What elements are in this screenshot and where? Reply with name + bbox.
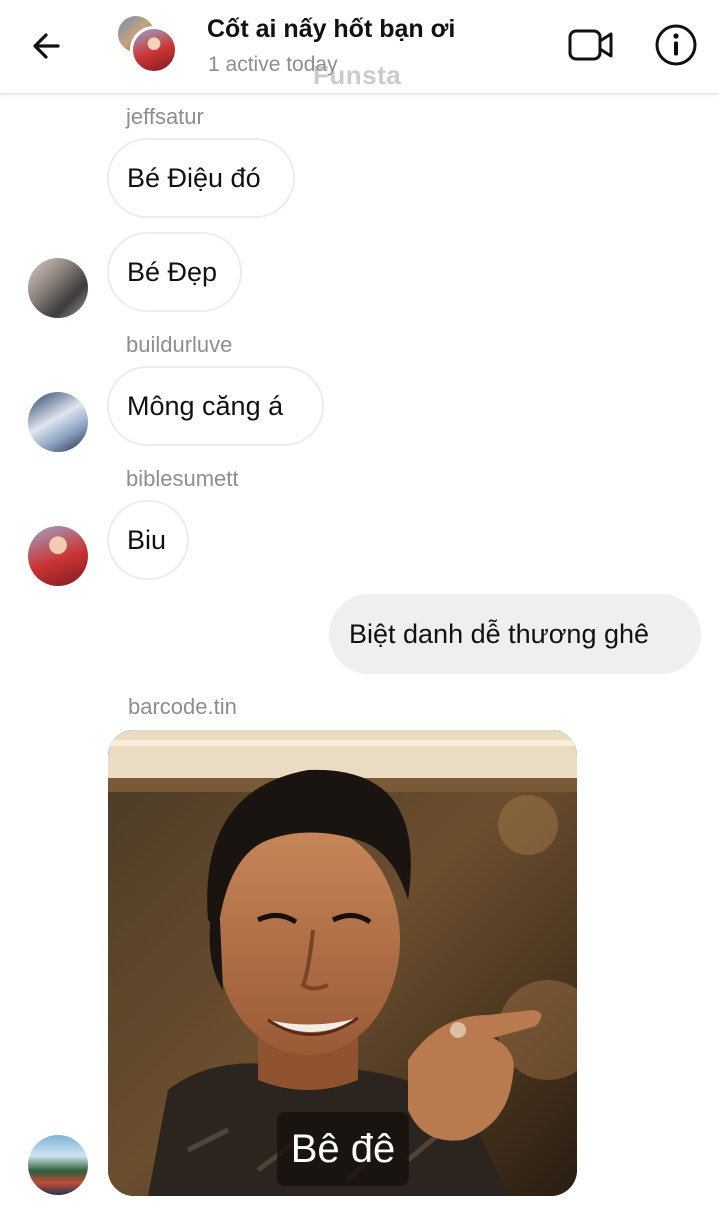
outgoing-message-bubble[interactable]: Biệt danh dễ thương ghê <box>329 594 701 674</box>
chat-title[interactable]: Cốt ai nấy hốt bạn ơi <box>207 15 455 44</box>
sender-username[interactable]: buildurluve <box>126 332 232 358</box>
chat-header: Cốt ai nấy hốt bạn ơi 1 active today Fun… <box>0 0 719 94</box>
info-button[interactable] <box>652 21 700 69</box>
sender-username[interactable]: jeffsatur <box>126 104 204 130</box>
sender-avatar[interactable] <box>28 526 88 586</box>
group-avatar[interactable] <box>114 14 178 78</box>
message-bubble[interactable]: Biu <box>107 500 189 580</box>
sender-avatar[interactable] <box>28 258 88 318</box>
sender-username[interactable]: biblesumett <box>126 466 239 492</box>
message-bubble[interactable]: Bé Điệu đó <box>107 138 295 218</box>
watermark: Funsta <box>313 60 402 90</box>
video-camera-icon <box>568 29 613 61</box>
message-bubble[interactable]: Bé Đẹp <box>107 232 242 312</box>
sender-username[interactable]: barcode.tin <box>128 694 237 720</box>
info-icon <box>655 24 697 66</box>
image-caption: Bê đê <box>277 1112 409 1186</box>
video-call-button[interactable] <box>566 22 616 68</box>
back-button[interactable] <box>24 24 68 68</box>
group-avatar-front <box>130 26 178 74</box>
sender-avatar[interactable] <box>28 392 88 452</box>
message-bubble[interactable]: Mông căng á <box>107 366 324 446</box>
image-message[interactable]: Bê đê <box>108 730 577 1196</box>
back-arrow-icon <box>33 33 60 59</box>
sender-avatar[interactable] <box>28 1135 88 1195</box>
